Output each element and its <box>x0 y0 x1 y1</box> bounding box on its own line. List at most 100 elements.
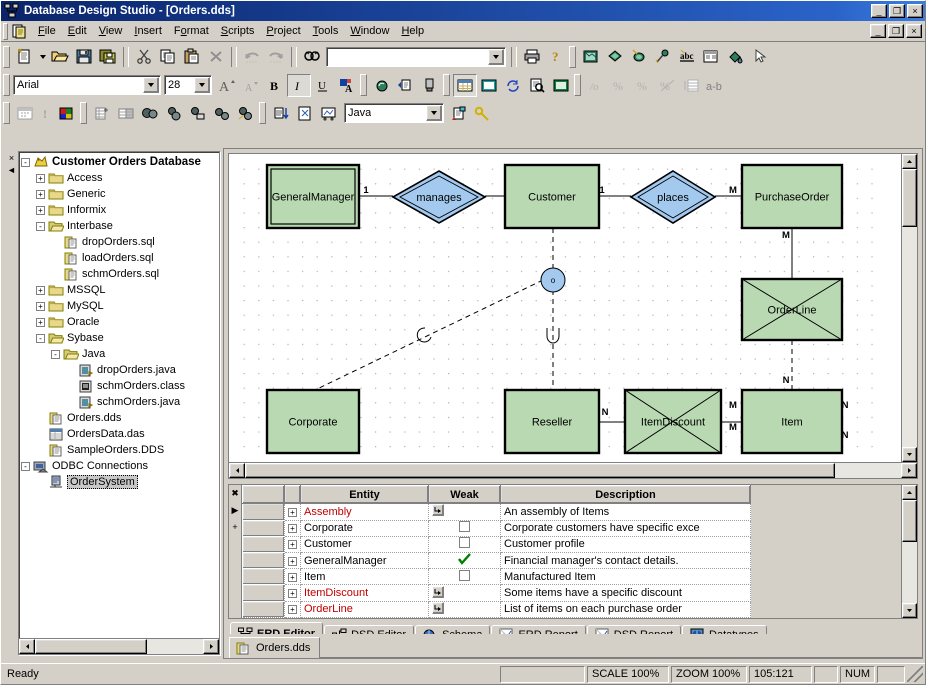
insert-relationship-button[interactable] <box>603 45 627 68</box>
cell-weak[interactable] <box>428 536 501 553</box>
tab-dsd-report[interactable]: DSD Report <box>586 625 682 634</box>
weak-dropdown-button[interactable] <box>432 601 444 614</box>
toolbar-handle-format[interactable] <box>3 74 10 96</box>
sync-button[interactable] <box>234 102 258 125</box>
grid-gutter-new-row-icon[interactable]: + <box>232 522 237 532</box>
document-tab-orders-dds[interactable]: Orders.dds <box>229 637 321 658</box>
menu-window[interactable]: Window <box>344 23 395 39</box>
erd-entity[interactable]: GeneralManager <box>265 163 361 230</box>
tree-collapse-icon[interactable]: - <box>21 461 30 471</box>
cell-entity[interactable]: Item <box>300 568 429 586</box>
tree-node[interactable]: - Interbase <box>21 218 219 234</box>
row-selector[interactable] <box>242 568 285 586</box>
grid-vscrollbar[interactable] <box>901 485 917 618</box>
toolbar-handle-model[interactable] <box>3 102 10 124</box>
link-objects-button[interactable] <box>210 102 234 125</box>
color-palette-button[interactable] <box>55 102 79 125</box>
font-name-value[interactable]: Arial <box>14 79 39 91</box>
font-size-value[interactable]: 28 <box>165 79 180 91</box>
weak-checkbox[interactable] <box>459 521 470 533</box>
menu-format[interactable]: Format <box>168 23 215 39</box>
tree-collapse-icon[interactable]: - <box>36 221 45 231</box>
tab-dsd-editor[interactable]: DSD Editor <box>324 625 415 634</box>
print-button[interactable] <box>520 45 544 68</box>
full-view-button[interactable] <box>549 74 573 97</box>
project-tree-body[interactable]: - Customer Orders Database + Access + Generic… <box>19 152 219 638</box>
row-expand-button[interactable]: + <box>284 601 301 618</box>
cell-weak[interactable] <box>428 503 501 521</box>
export-button[interactable] <box>317 102 341 125</box>
row-selector[interactable] <box>242 551 285 570</box>
tree-node[interactable]: - Customer Orders Database <box>21 154 219 170</box>
column-header-description[interactable]: Description <box>500 485 751 505</box>
undo-button[interactable] <box>240 45 264 68</box>
erd-hscroll-track[interactable] <box>835 463 901 478</box>
table-row[interactable]: + Item Manufactured Item <box>242 568 751 586</box>
cell-weak[interactable] <box>428 584 501 602</box>
tree-expand-icon[interactable]: + <box>36 189 45 199</box>
row-expand-button[interactable]: + <box>284 568 301 586</box>
tree-node[interactable]: SampleOrders.DDS <box>21 442 219 458</box>
shrink-font-button[interactable]: A <box>239 74 263 97</box>
toolbar-handle-draw[interactable] <box>569 45 576 68</box>
document-tab-strip[interactable]: Orders.dds <box>224 634 922 658</box>
copy-object-button[interactable] <box>394 74 418 97</box>
erd-hscrollbar[interactable] <box>228 463 918 479</box>
grid-scroll-up-button[interactable] <box>902 485 917 500</box>
underline-button[interactable]: U <box>311 74 335 97</box>
insert-text-button[interactable]: abc <box>675 45 699 68</box>
weak-dropdown-button[interactable] <box>432 504 444 517</box>
tree-node[interactable]: schmOrders.sql <box>21 266 219 282</box>
cell-entity[interactable]: OrderLine <box>300 601 429 618</box>
help-button[interactable]: ? <box>544 45 568 68</box>
cut-button[interactable] <box>132 45 156 68</box>
erd-entity[interactable]: Customer <box>503 163 601 230</box>
find-combo-arrow[interactable] <box>488 48 504 65</box>
toolbar-handle-object[interactable] <box>360 74 367 96</box>
bold-button[interactable]: B <box>263 74 287 97</box>
delete-button[interactable] <box>204 45 228 68</box>
language-value[interactable]: Java <box>345 107 371 119</box>
tree-expand-icon[interactable]: + <box>36 317 45 327</box>
preview-button[interactable] <box>525 74 549 97</box>
menu-tools[interactable]: Tools <box>307 23 345 39</box>
tree-node[interactable]: schmOrders.class <box>21 378 219 394</box>
cell-description[interactable]: An assembly of Items <box>500 503 751 521</box>
add-key-button[interactable] <box>186 102 210 125</box>
cell-entity[interactable]: Corporate <box>300 520 429 537</box>
grid-vscroll-track[interactable] <box>902 542 917 603</box>
tree-node[interactable]: - ODBC Connections <box>21 458 219 474</box>
child-close-button[interactable]: × <box>906 24 922 38</box>
entity-table[interactable]: Entity Weak Description + Assembly An assembl… <box>242 485 751 618</box>
table-row[interactable]: + GeneralManager Financial manager's conta… <box>242 551 751 570</box>
merge-button[interactable] <box>138 102 162 125</box>
toolbar-handle-disabled[interactable] <box>574 74 581 96</box>
weak-checkbox[interactable] <box>459 569 470 581</box>
toolbar-handle-db[interactable] <box>80 102 87 124</box>
tree-node[interactable]: + MySQL <box>21 298 219 314</box>
hscroll-track[interactable] <box>147 639 203 654</box>
tree-node[interactable]: - Java <box>21 346 219 362</box>
tree-node[interactable]: OrdersData.das <box>21 426 219 442</box>
erd-vscrollbar[interactable] <box>901 154 917 462</box>
select-pointer-button[interactable] <box>747 45 771 68</box>
cell-weak[interactable] <box>428 552 501 570</box>
new-script-button[interactable] <box>447 102 471 125</box>
tree-node[interactable]: + Access <box>21 170 219 186</box>
find-icon[interactable] <box>300 45 324 68</box>
redo-button[interactable] <box>264 45 288 68</box>
row-selector[interactable] <box>242 519 285 537</box>
close-button[interactable]: × <box>907 4 923 18</box>
tree-expand-icon[interactable]: + <box>36 301 45 311</box>
cell-weak[interactable] <box>428 601 501 618</box>
cell-entity[interactable]: Assembly <box>300 503 429 521</box>
tab-erd-report[interactable]: ERD Report <box>491 625 586 634</box>
new-document-button[interactable] <box>13 45 37 68</box>
tab-erd-editor[interactable]: ERD Editor <box>230 622 324 634</box>
italic-button[interactable]: I <box>287 73 311 97</box>
form-view-button[interactable] <box>477 74 501 97</box>
tree-node[interactable]: Orders.dds <box>21 410 219 426</box>
dock-close-icon[interactable]: × <box>9 154 14 163</box>
tree-node[interactable]: + Oracle <box>21 314 219 330</box>
menu-insert[interactable]: Insert <box>128 23 168 39</box>
